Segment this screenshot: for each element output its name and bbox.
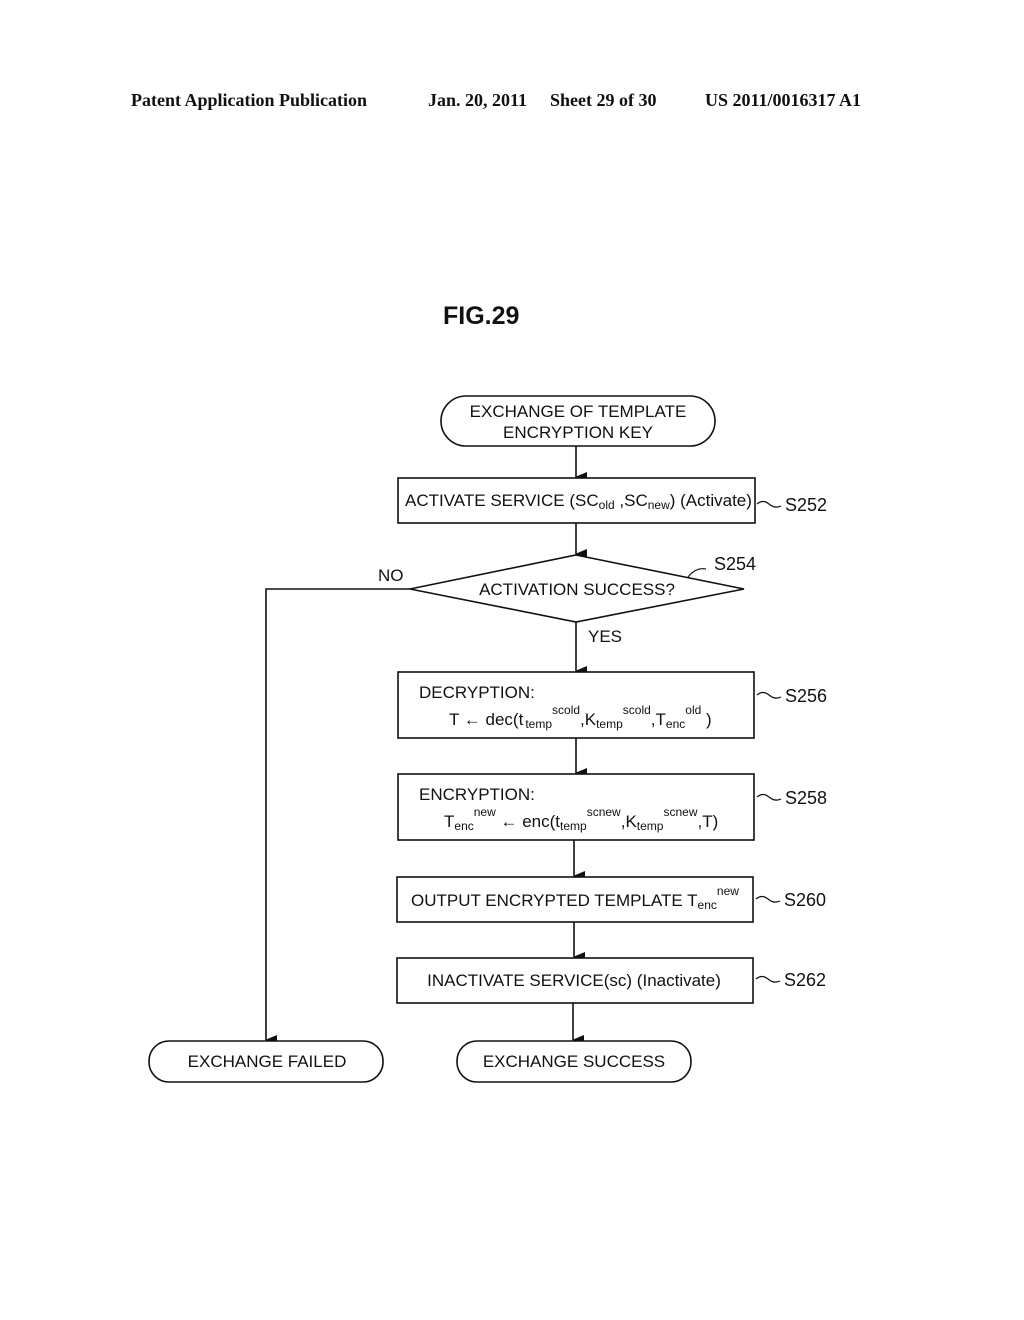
s260-leader	[755, 895, 781, 903]
s252-leader	[756, 500, 782, 508]
start-line2: ENCRYPTION KEY	[503, 423, 653, 442]
step-label-s258: S258	[785, 788, 827, 808]
s254-leader	[687, 568, 707, 578]
end-failed-text: EXCHANGE FAILED	[188, 1052, 347, 1071]
arrow-no-branch	[265, 588, 410, 1045]
s258-title: ENCRYPTION:	[419, 785, 535, 804]
s254-text: ACTIVATION SUCCESS?	[479, 580, 675, 599]
s262-leader	[755, 975, 781, 983]
end-success-text: EXCHANGE SUCCESS	[483, 1052, 665, 1071]
s256-leader	[756, 691, 782, 699]
start-line1: EXCHANGE OF TEMPLATE	[470, 402, 687, 421]
s256-title: DECRYPTION:	[419, 683, 535, 702]
step-label-s254: S254	[714, 554, 756, 574]
step-label-s252: S252	[785, 495, 827, 515]
step-label-s260: S260	[784, 890, 826, 910]
flowchart: EXCHANGE OF TEMPLATE ENCRYPTION KEY ACTI…	[148, 395, 827, 1083]
step-label-s256: S256	[785, 686, 827, 706]
step-label-s262: S262	[784, 970, 826, 990]
s252-text: ACTIVATE SERVICE (SCold ,SCnew) (Activat…	[405, 491, 752, 512]
s258-leader	[756, 793, 782, 801]
no-label: NO	[378, 566, 404, 585]
s262-text: INACTIVATE SERVICE(sc) (Inactivate)	[427, 971, 721, 990]
yes-label: YES	[588, 627, 622, 646]
